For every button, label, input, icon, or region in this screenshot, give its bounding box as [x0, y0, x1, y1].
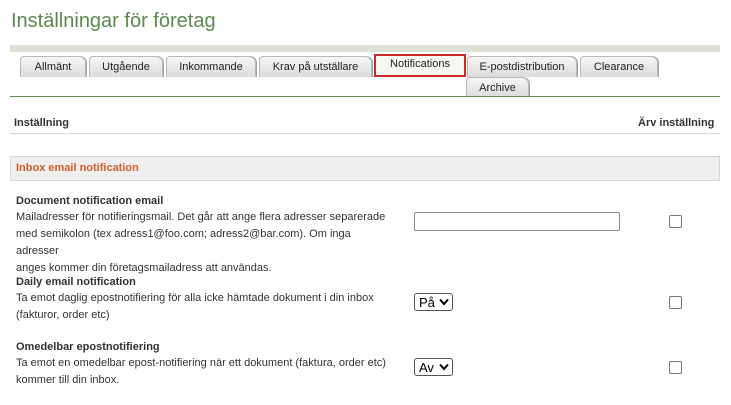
- page-title: Inställningar för företag: [11, 10, 216, 32]
- column-header-inherit: Ärv inställning: [638, 117, 715, 129]
- inherit-checkbox-immediate-notification[interactable]: [669, 361, 682, 374]
- inherit-checkbox-document-email[interactable]: [669, 215, 682, 228]
- setting-title: Document notification email: [16, 195, 164, 207]
- header-divider: [10, 133, 720, 134]
- immediate-notification-select[interactable]: Av: [414, 358, 453, 376]
- setting-description: Mailadresser för notifieringsmail. Det g…: [16, 211, 386, 274]
- daily-notification-select[interactable]: På: [414, 293, 453, 311]
- title-divider: [10, 45, 720, 52]
- tab-inkommande[interactable]: Inkommande: [166, 56, 256, 77]
- tabs-baseline: [10, 96, 720, 97]
- chevron-down-icon: [439, 363, 449, 371]
- tab-allmant[interactable]: Allmänt: [20, 56, 86, 77]
- section-title: Inbox email notification: [16, 162, 139, 174]
- tab-archive[interactable]: Archive: [466, 77, 529, 97]
- setting-description: Ta emot daglig epostnotifiering för alla…: [16, 292, 374, 321]
- select-value: På: [419, 295, 435, 310]
- chevron-down-icon: [439, 298, 449, 306]
- inherit-checkbox-daily-notification[interactable]: [669, 296, 682, 309]
- notification-email-input[interactable]: [414, 212, 620, 231]
- tab-notifications[interactable]: Notifications: [374, 54, 466, 77]
- setting-title: Omedelbar epostnotifiering: [16, 341, 160, 353]
- setting-row-immediate-notification: Omedelbar epostnotifiering Ta emot en om…: [16, 340, 396, 389]
- select-value: Av: [419, 360, 434, 375]
- tab-clearance[interactable]: Clearance: [580, 56, 658, 77]
- setting-description: Ta emot en omedelbar epost-notifiering n…: [16, 357, 386, 386]
- tab-utgaende[interactable]: Utgående: [89, 56, 163, 77]
- setting-row-daily-email-notification: Daily email notification Ta emot daglig …: [16, 275, 396, 324]
- setting-title: Daily email notification: [16, 276, 136, 288]
- setting-row-document-notification-email: Document notification email Mailadresser…: [16, 194, 396, 277]
- tab-krav-pa-utstallare[interactable]: Krav på utställare: [259, 56, 372, 77]
- section-header: Inbox email notification: [10, 156, 720, 181]
- column-header-setting: Inställning: [14, 117, 69, 129]
- tab-e-postdistribution[interactable]: E-postdistribution: [467, 56, 577, 77]
